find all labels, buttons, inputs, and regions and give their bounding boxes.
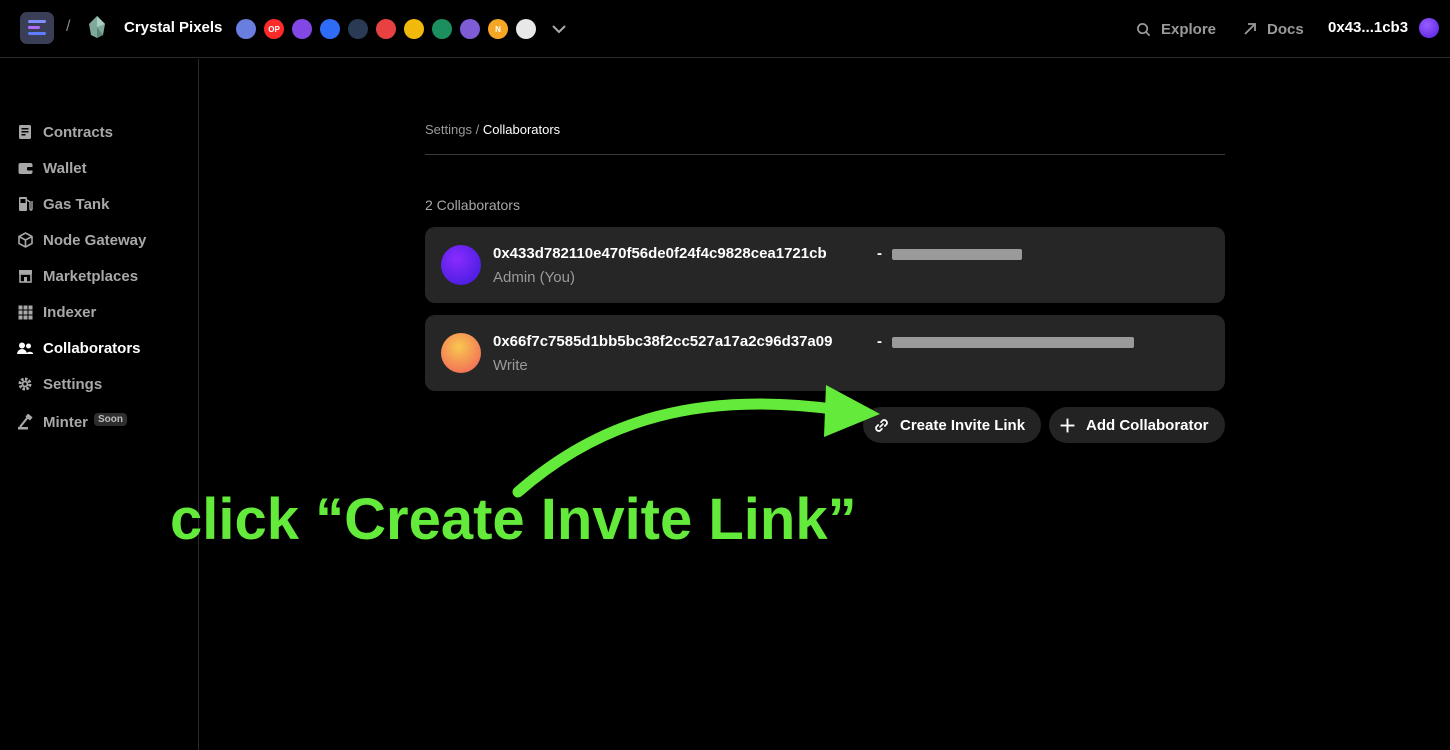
app-logo-icon[interactable] bbox=[20, 12, 54, 44]
separator-dash: - bbox=[877, 333, 882, 350]
sidebar-item-node-gateway[interactable]: Node Gateway bbox=[17, 230, 146, 250]
contract-icon bbox=[17, 124, 33, 140]
chevron-down-icon[interactable] bbox=[550, 20, 568, 38]
separator-dash: - bbox=[877, 245, 882, 262]
grid-icon bbox=[17, 304, 33, 320]
ethereum-icon bbox=[236, 19, 256, 39]
docs-label: Docs bbox=[1267, 20, 1304, 38]
sidebar: Contracts Wallet Gas Tank Node Gateway Marke… bbox=[0, 59, 199, 750]
top-bar: / Crystal Pixels OP N Explore Docs 0x43..… bbox=[0, 0, 1450, 58]
sidebar-item-wallet[interactable]: Wallet bbox=[17, 158, 87, 178]
divider bbox=[425, 154, 1225, 155]
avatar bbox=[441, 333, 481, 373]
sidebar-item-label: Collaborators bbox=[43, 339, 141, 357]
project-icon bbox=[89, 16, 105, 38]
redacted-email bbox=[892, 249, 1022, 260]
create-invite-link-label: Create Invite Link bbox=[900, 416, 1026, 434]
explore-label: Explore bbox=[1161, 20, 1217, 38]
wallet-address[interactable]: 0x43...1cb3 bbox=[1328, 19, 1408, 36]
chain-list: OP N bbox=[236, 19, 536, 39]
avatar bbox=[441, 245, 481, 285]
redacted-email bbox=[892, 337, 1134, 348]
annotation-text: click “Create Invite Link” bbox=[170, 487, 857, 552]
users-icon bbox=[17, 340, 33, 356]
sidebar-item-gas-tank[interactable]: Gas Tank bbox=[17, 194, 109, 214]
sidebar-item-label: Contracts bbox=[43, 123, 114, 141]
breadcrumb-current: Collaborators bbox=[482, 122, 561, 137]
astar-icon bbox=[460, 19, 480, 39]
gas-pump-icon bbox=[17, 196, 33, 212]
create-invite-link-button[interactable]: Create Invite Link bbox=[863, 407, 1041, 443]
sidebar-item-collaborators[interactable]: Collaborators bbox=[17, 338, 141, 358]
arbitrum-icon bbox=[348, 19, 368, 39]
sidebar-item-contracts[interactable]: Contracts bbox=[17, 122, 113, 142]
docs-link[interactable]: Docs bbox=[1243, 0, 1304, 58]
breadcrumb-slash: / bbox=[66, 18, 71, 35]
sidebar-item-label: Settings bbox=[43, 375, 103, 393]
sidebar-item-settings[interactable]: Settings bbox=[17, 374, 102, 394]
collaborator-count: 2 Collaborators bbox=[425, 197, 520, 213]
optimism-icon: OP bbox=[264, 19, 284, 39]
avalanche-icon bbox=[376, 19, 396, 39]
search-icon bbox=[1137, 22, 1151, 36]
project-name[interactable]: Crystal Pixels bbox=[124, 19, 222, 36]
collaborator-role: Write bbox=[493, 357, 528, 374]
sidebar-item-label: Node Gateway bbox=[43, 231, 147, 249]
collaborator-card: 0x66f7c7585d1bb5bc38f2cc527a17a2c96d37a0… bbox=[425, 315, 1225, 391]
wallet-icon bbox=[17, 160, 33, 176]
collaborator-address: 0x66f7c7585d1bb5bc38f2cc527a17a2c96d37a0… bbox=[493, 333, 833, 350]
oasys-icon bbox=[516, 19, 536, 39]
collaborator-address: 0x433d782110e470f56de0f24f4c9828cea1721c… bbox=[493, 245, 827, 262]
gear-icon bbox=[17, 376, 33, 392]
base-icon bbox=[320, 19, 340, 39]
explore-link[interactable]: Explore bbox=[1136, 0, 1216, 58]
collaborator-role: Admin (You) bbox=[493, 269, 575, 286]
breadcrumb-settings[interactable]: Settings bbox=[425, 122, 472, 137]
soon-badge: Soon bbox=[94, 412, 127, 426]
link-icon bbox=[875, 418, 888, 432]
arrow-up-right-icon bbox=[1244, 23, 1256, 35]
sidebar-item-indexer[interactable]: Indexer bbox=[17, 302, 96, 322]
sidebar-item-minter[interactable]: Minter Soon bbox=[17, 412, 127, 432]
storefront-icon bbox=[17, 268, 33, 284]
bnb-icon bbox=[404, 19, 424, 39]
polygon-icon bbox=[292, 19, 312, 39]
sidebar-item-marketplaces[interactable]: Marketplaces bbox=[17, 266, 138, 286]
xai-icon: N bbox=[488, 19, 508, 39]
sidebar-item-label: Marketplaces bbox=[43, 267, 139, 285]
sidebar-item-label: Indexer bbox=[43, 303, 97, 321]
cube-icon bbox=[17, 232, 33, 248]
sidebar-item-label: Minter bbox=[43, 413, 88, 431]
wallet-avatar[interactable] bbox=[1419, 18, 1439, 38]
plus-icon bbox=[1060, 418, 1075, 432]
sidebar-item-label: Wallet bbox=[43, 159, 87, 177]
add-collaborator-label: Add Collaborator bbox=[1086, 416, 1209, 434]
moonbeam-icon bbox=[432, 19, 452, 39]
sidebar-item-label: Gas Tank bbox=[43, 195, 110, 213]
minter-icon bbox=[17, 414, 33, 430]
add-collaborator-button[interactable]: Add Collaborator bbox=[1049, 407, 1225, 443]
collaborator-card: 0x433d782110e470f56de0f24f4c9828cea1721c… bbox=[425, 227, 1225, 303]
breadcrumb-separator: / bbox=[475, 122, 480, 137]
breadcrumb: Settings / Collaborators bbox=[425, 122, 560, 137]
